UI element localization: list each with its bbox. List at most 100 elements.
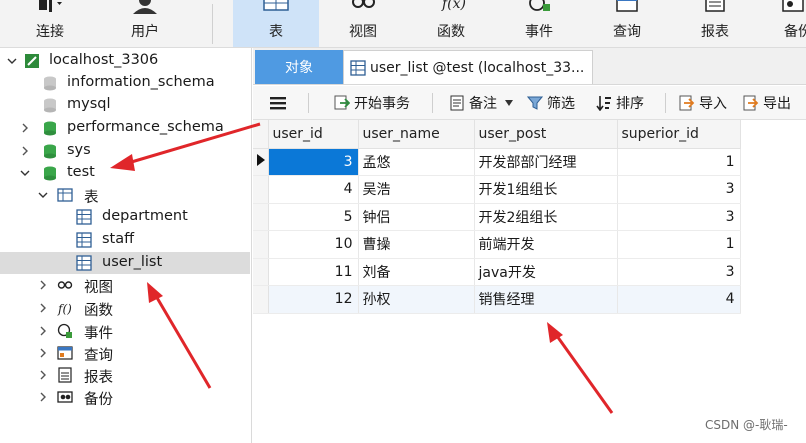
chevron-right-icon[interactable] — [38, 326, 48, 336]
memo-button[interactable]: 备注 — [449, 86, 513, 120]
cell-user-name[interactable]: 曹操 — [358, 230, 475, 259]
chevron-right-icon[interactable] — [38, 280, 48, 290]
table-row[interactable]: 4 吴浩 开发1组组长 3 — [253, 175, 741, 204]
chevron-down-icon[interactable] — [7, 56, 17, 66]
cell-user-id[interactable]: 11 — [268, 258, 359, 286]
tree-db-test[interactable]: test — [0, 162, 250, 184]
cell-user-post[interactable]: 开发2组组长 — [474, 203, 618, 231]
column-header-user-id[interactable]: user_id — [268, 120, 359, 149]
chevron-right-icon[interactable] — [38, 370, 48, 380]
view-button[interactable]: 视图 — [320, 0, 406, 47]
cell-superior-id[interactable]: 4 — [617, 285, 741, 314]
tab-objects[interactable]: 对象 — [255, 50, 343, 84]
row-marker[interactable] — [253, 230, 269, 259]
function-icon: f() — [57, 302, 72, 316]
user-button[interactable]: 用户 — [110, 0, 180, 47]
chevron-down-icon[interactable] — [38, 190, 48, 200]
tree-db-information-schema[interactable]: information_schema — [0, 72, 250, 94]
cell-user-id[interactable]: 10 — [268, 230, 359, 259]
chevron-down-icon[interactable] — [505, 100, 513, 106]
tree-table-staff[interactable]: staff — [0, 229, 250, 251]
column-header-superior-id[interactable]: superior_id — [617, 120, 741, 149]
row-marker[interactable] — [253, 203, 269, 231]
row-marker[interactable] — [253, 148, 269, 176]
chevron-right-icon[interactable] — [20, 146, 30, 156]
column-header-user-post[interactable]: user_post — [474, 120, 618, 149]
filter-button[interactable]: 筛选 — [527, 86, 575, 120]
tree-label: sys — [67, 142, 91, 158]
cell-user-post[interactable]: 销售经理 — [474, 285, 618, 314]
user-label: 用户 — [131, 24, 159, 40]
cell-user-name[interactable]: 刘备 — [358, 258, 475, 286]
chevron-right-icon[interactable] — [38, 392, 48, 402]
backup-button[interactable]: 备份 — [764, 0, 806, 47]
sort-button[interactable]: 排序 — [596, 86, 644, 120]
tree-group-views[interactable]: 视图 — [0, 274, 250, 296]
query-button[interactable]: 查询 — [584, 0, 670, 47]
cell-user-id[interactable]: 5 — [268, 203, 359, 231]
begin-transaction-button[interactable]: 开始事务 — [334, 86, 410, 120]
connect-button[interactable]: 连接 — [18, 0, 82, 47]
menu-button[interactable] — [269, 86, 287, 120]
cell-user-post[interactable]: java开发 — [474, 258, 618, 286]
chevron-right-icon[interactable] — [20, 123, 30, 133]
export-button[interactable]: 导出 — [743, 86, 791, 120]
cell-user-id[interactable]: 4 — [268, 175, 359, 204]
cell-user-post[interactable]: 开发1组组长 — [474, 175, 618, 204]
tree-db-sys[interactable]: sys — [0, 140, 250, 162]
cell-user-name[interactable]: 钟侣 — [358, 203, 475, 231]
tab-user-list[interactable]: user_list @test (localhost_33... — [343, 50, 593, 84]
event-button[interactable]: 事件 — [496, 0, 582, 47]
tree-group-functions[interactable]: f() 函数 — [0, 297, 250, 319]
tree-group-queries[interactable]: 查询 — [0, 342, 250, 364]
database-icon — [44, 166, 56, 181]
current-row-icon — [257, 153, 265, 166]
database-icon — [44, 144, 56, 159]
row-marker[interactable] — [253, 258, 269, 286]
cell-superior-id[interactable]: 3 — [617, 258, 741, 286]
filter-icon — [527, 96, 543, 110]
tree-table-department[interactable]: department — [0, 206, 250, 228]
cell-user-id[interactable]: 3 — [268, 148, 359, 176]
cell-user-name[interactable]: 孟悠 — [358, 148, 475, 176]
cell-user-name[interactable]: 孙权 — [358, 285, 475, 314]
table-row[interactable]: 3 孟悠 开发部部门经理 1 — [253, 148, 741, 176]
chevron-right-icon[interactable] — [38, 348, 48, 358]
header-row: user_id user_name user_post superior_id — [253, 120, 741, 149]
tree-group-backups[interactable]: 备份 — [0, 386, 250, 408]
table-row[interactable]: 12 孙权 销售经理 4 — [253, 285, 741, 314]
backup-icon — [782, 0, 804, 12]
tree-group-reports[interactable]: 报表 — [0, 364, 250, 386]
chevron-right-icon[interactable] — [38, 303, 48, 313]
row-marker[interactable] — [253, 175, 269, 204]
row-marker[interactable] — [253, 285, 269, 314]
table-row[interactable]: 5 钟侣 开发2组组长 3 — [253, 203, 741, 231]
tree-label: 报表 — [84, 370, 113, 386]
report-button[interactable]: 报表 — [672, 0, 758, 47]
user-icon — [133, 0, 157, 14]
tree-db-performance-schema[interactable]: performance_schema — [0, 117, 250, 139]
import-label: 导入 — [699, 96, 727, 112]
function-button[interactable]: f(x) 函数 — [408, 0, 494, 47]
cell-superior-id[interactable]: 3 — [617, 203, 741, 231]
table-row[interactable]: 11 刘备 java开发 3 — [253, 258, 741, 286]
tree-table-user-list[interactable]: user_list — [0, 252, 250, 274]
tree-group-events[interactable]: 事件 — [0, 320, 250, 342]
cell-user-post[interactable]: 开发部部门经理 — [474, 148, 618, 176]
table-row[interactable]: 10 曹操 前端开发 1 — [253, 230, 741, 259]
import-button[interactable]: 导入 — [679, 86, 727, 120]
table-button[interactable]: 表 — [233, 0, 319, 47]
cell-superior-id[interactable]: 1 — [617, 230, 741, 259]
database-icon — [44, 98, 56, 113]
chevron-down-icon[interactable] — [20, 168, 30, 178]
cell-user-id[interactable]: 12 — [268, 285, 359, 314]
tree-group-tables[interactable]: 表 — [0, 184, 250, 206]
cell-user-name[interactable]: 吴浩 — [358, 175, 475, 204]
column-header-user-name[interactable]: user_name — [358, 120, 475, 149]
view-icon — [57, 281, 73, 289]
tree-db-mysql[interactable]: mysql — [0, 94, 250, 116]
cell-superior-id[interactable]: 3 — [617, 175, 741, 204]
tree-connection-localhost[interactable]: localhost_3306 — [0, 50, 250, 72]
cell-user-post[interactable]: 前端开发 — [474, 230, 618, 259]
cell-superior-id[interactable]: 1 — [617, 148, 741, 176]
